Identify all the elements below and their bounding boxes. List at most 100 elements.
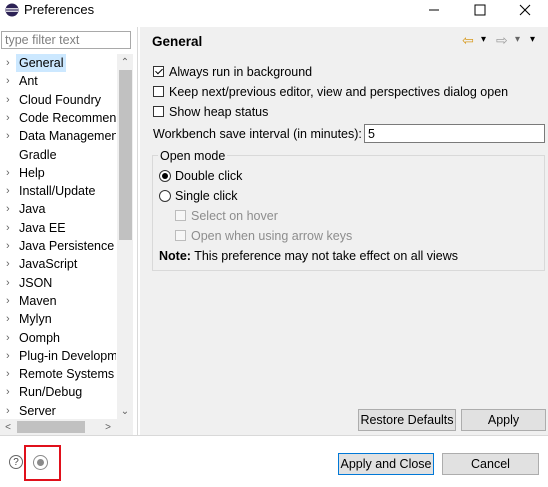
expand-arrow-icon[interactable]: › — [6, 347, 14, 365]
open-mode-note: Note: This preference may not take effec… — [159, 248, 458, 264]
expand-arrow-icon[interactable]: › — [6, 219, 14, 237]
expand-arrow-icon[interactable]: › — [6, 329, 14, 347]
expand-arrow-icon[interactable]: › — [6, 72, 14, 90]
note-label: Note: — [159, 249, 191, 263]
back-menu-chevron-icon[interactable]: ▾ — [481, 32, 486, 48]
tree-item-oomph[interactable]: › Oomph — [0, 329, 116, 347]
keep-next-prev-dialog-label: Keep next/previous editor, view and pers… — [169, 85, 509, 99]
expand-arrow-icon[interactable]: › — [6, 237, 14, 255]
expand-arrow-icon[interactable]: › — [6, 182, 14, 200]
tree-item-label: Java Persistence — [19, 239, 115, 253]
tree-item-label: Code Recommend — [19, 110, 116, 125]
maximize-button[interactable] — [460, 0, 500, 20]
tree-item-label: Maven — [19, 293, 57, 308]
select-on-hover-label: Select on hover — [191, 209, 278, 223]
scroll-up-icon[interactable]: ⌃ — [117, 54, 133, 70]
tree-item-run-debug[interactable]: › Run/Debug — [0, 383, 116, 401]
tree-item-java-ee[interactable]: › Java EE — [0, 219, 116, 237]
tree-item-label: Plug-in Developm — [19, 348, 116, 363]
forward-menu-chevron-icon[interactable]: ▾ — [515, 32, 520, 48]
help-icon[interactable]: ? — [9, 455, 23, 469]
scroll-right-icon[interactable]: > — [100, 419, 116, 435]
tree-item-ant[interactable]: › Ant — [0, 72, 116, 90]
forward-arrow-icon[interactable]: ⇨ — [496, 32, 508, 48]
expand-arrow-icon[interactable]: › — [6, 91, 14, 109]
expand-arrow-icon[interactable]: › — [6, 109, 14, 127]
scroll-down-icon[interactable]: ⌄ — [117, 403, 133, 419]
expand-arrow-icon[interactable]: › — [6, 200, 14, 218]
cancel-button[interactable]: Cancel — [442, 453, 539, 475]
preferences-tree: › General › Ant › Cloud Foundry › Code R… — [0, 54, 116, 419]
panel-divider[interactable] — [137, 27, 138, 435]
back-arrow-icon[interactable]: ⇦ — [462, 32, 474, 48]
scroll-left-icon[interactable]: < — [0, 419, 16, 435]
minimize-button[interactable] — [414, 0, 454, 20]
tree-horizontal-scroll-thumb[interactable] — [17, 421, 85, 433]
expand-arrow-icon[interactable]: › — [6, 383, 14, 401]
open-arrow-keys-checkbox[interactable] — [175, 230, 186, 241]
tree-item-label: JavaScript — [19, 257, 78, 272]
tree-item-label: Install/Update — [19, 184, 96, 199]
tree-item-label: Run/Debug — [19, 385, 83, 400]
tree-item-install-update[interactable]: › Install/Update — [0, 182, 116, 200]
apply-button[interactable]: Apply — [461, 409, 546, 431]
open-arrow-keys-label: Open when using arrow keys — [191, 229, 353, 243]
open-mode-legend: Open mode — [158, 148, 228, 164]
apply-and-close-button[interactable]: Apply and Close — [338, 453, 434, 475]
tree-item-java[interactable]: › Java — [0, 200, 116, 218]
tree-item-label: Data Managemen — [19, 129, 116, 144]
tree-item-code-recommenders[interactable]: › Code Recommend — [0, 109, 116, 127]
keep-next-prev-dialog-checkbox[interactable] — [153, 86, 164, 97]
expand-arrow-icon[interactable]: › — [6, 54, 14, 72]
tree-item-help[interactable]: › Help — [0, 164, 116, 182]
expand-arrow-icon[interactable]: › — [6, 402, 14, 419]
show-heap-status-checkbox[interactable] — [153, 106, 164, 117]
window-title: Preferences — [24, 2, 95, 17]
tree-item-label: Java — [19, 202, 46, 217]
tree-item-label: Remote Systems — [19, 367, 115, 382]
tree-item-server[interactable]: › Server — [0, 402, 116, 419]
restore-defaults-button[interactable]: Restore Defaults — [358, 409, 456, 431]
maximize-icon — [474, 4, 486, 16]
select-on-hover-checkbox[interactable] — [175, 210, 186, 221]
tree-item-maven[interactable]: › Maven — [0, 292, 116, 310]
expand-arrow-icon[interactable]: › — [6, 255, 14, 273]
workbench-save-interval-label: Workbench save interval (in minutes): — [153, 127, 362, 141]
expand-arrow-icon[interactable]: › — [6, 127, 14, 145]
footer-divider — [0, 435, 548, 436]
view-menu-chevron-icon[interactable]: ▾ — [530, 32, 535, 48]
workbench-save-interval-input[interactable] — [364, 124, 545, 143]
tree-item-label: Oomph — [19, 330, 60, 345]
always-run-background-checkbox[interactable] — [153, 66, 164, 77]
close-button[interactable] — [505, 0, 545, 20]
expand-arrow-icon[interactable]: › — [6, 365, 14, 383]
tree-item-label: Server — [19, 403, 56, 418]
single-click-radio[interactable] — [159, 190, 171, 202]
tree-item-data-management[interactable]: › Data Managemen — [0, 127, 116, 145]
minimize-icon — [429, 9, 439, 11]
tree-item-label: Help — [19, 165, 45, 180]
tree-item-gradle[interactable]: Gradle — [0, 146, 116, 164]
expand-arrow-icon[interactable]: › — [6, 310, 14, 328]
expand-arrow-icon[interactable]: › — [6, 292, 14, 310]
expand-arrow-icon[interactable]: › — [6, 164, 14, 182]
tree-item-general[interactable]: › General — [0, 54, 116, 72]
double-click-radio[interactable] — [159, 170, 171, 182]
expand-arrow-icon[interactable]: › — [6, 274, 14, 292]
tree-item-mylyn[interactable]: › Mylyn — [0, 310, 116, 328]
tree-item-json[interactable]: › JSON — [0, 274, 116, 292]
tree-item-plugin-development[interactable]: › Plug-in Developm — [0, 347, 116, 365]
always-run-background-label: Always run in background — [169, 65, 313, 79]
tree-item-label: General — [16, 54, 67, 72]
filter-input[interactable] — [1, 31, 131, 49]
tree-item-label: Gradle — [19, 147, 57, 162]
tree-item-remote-systems[interactable]: › Remote Systems — [0, 365, 116, 383]
tree-item-cloud-foundry[interactable]: › Cloud Foundry — [0, 91, 116, 109]
note-text: This preference may not take effect on a… — [190, 249, 458, 263]
tree-item-java-persistence[interactable]: › Java Persistence — [0, 237, 116, 255]
tree-item-label: Java EE — [19, 220, 66, 235]
tree-item-label: JSON — [19, 275, 53, 290]
tree-vertical-scroll-thumb[interactable] — [119, 70, 132, 240]
tree-item-javascript[interactable]: › JavaScript — [0, 255, 116, 273]
tree-item-label: Ant — [19, 74, 38, 89]
